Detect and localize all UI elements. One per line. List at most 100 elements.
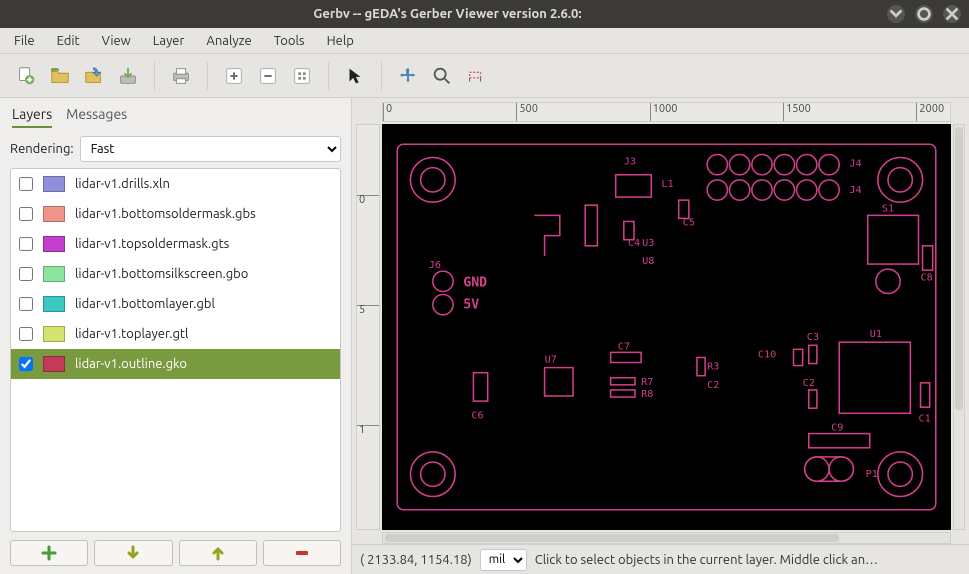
layer-color-swatch[interactable] [43, 206, 65, 222]
svg-text:C3: C3 [807, 332, 819, 343]
svg-text:C10: C10 [758, 349, 776, 360]
zoom-fit-button[interactable] [286, 60, 318, 92]
menu-layer[interactable]: Layer [143, 31, 195, 51]
svg-text:C6: C6 [471, 410, 483, 421]
ruler-vertical: 0 5 1 [356, 124, 380, 530]
layer-list[interactable]: lidar-v1.drills.xln lidar-v1.bottomsolder… [10, 168, 341, 532]
ruler-v-tick: 1 [357, 425, 379, 435]
ruler-v-tick: 5 [357, 305, 379, 315]
svg-text:C2: C2 [803, 378, 815, 389]
ruler-h-tick: 1000 [650, 103, 678, 121]
layer-visibility-checkbox[interactable] [19, 327, 33, 341]
window-controls [887, 5, 961, 23]
layer-color-swatch[interactable] [43, 296, 65, 312]
sidebar: Layers Messages Rendering: Fast lidar-v1… [0, 98, 352, 574]
svg-text:J6: J6 [429, 260, 441, 271]
svg-text:J4: J4 [849, 159, 861, 170]
move-layer-up-button[interactable] [179, 540, 257, 566]
layer-row[interactable]: lidar-v1.bottomlayer.gbl [11, 289, 340, 319]
measure-tool-button[interactable] [460, 60, 492, 92]
menu-edit[interactable]: Edit [47, 31, 90, 51]
layer-buttons [10, 540, 341, 566]
rendering-select[interactable]: Fast [80, 136, 341, 162]
layer-name-label: lidar-v1.drills.xln [75, 177, 170, 191]
layer-row[interactable]: lidar-v1.drills.xln [11, 169, 340, 199]
add-layer-button[interactable] [10, 540, 88, 566]
svg-text:R8: R8 [641, 389, 653, 400]
tab-messages[interactable]: Messages [66, 106, 127, 128]
main-area: Layers Messages Rendering: Fast lidar-v1… [0, 98, 969, 574]
layer-color-swatch[interactable] [43, 326, 65, 342]
layer-row[interactable]: lidar-v1.bottomsoldermask.gbs [11, 199, 340, 229]
svg-text:C1: C1 [918, 413, 930, 424]
zoom-in-button[interactable] [218, 60, 250, 92]
svg-text:C2: C2 [707, 380, 719, 391]
layer-row[interactable]: lidar-v1.toplayer.gtl [11, 319, 340, 349]
svg-text:R3: R3 [707, 362, 719, 373]
layer-color-swatch[interactable] [43, 236, 65, 252]
open-file-button[interactable] [44, 60, 76, 92]
svg-text:P1: P1 [866, 469, 878, 480]
close-icon[interactable] [943, 5, 961, 23]
layer-color-swatch[interactable] [43, 356, 65, 372]
save-button[interactable] [112, 60, 144, 92]
status-hint: Click to select objects in the current l… [535, 553, 961, 567]
rendering-row: Rendering: Fast [10, 136, 341, 162]
layer-name-label: lidar-v1.bottomlayer.gbl [75, 297, 215, 311]
ruler-h-tick: 2000 [916, 103, 944, 121]
layer-visibility-checkbox[interactable] [19, 207, 33, 221]
svg-text:U7: U7 [545, 355, 557, 366]
print-button[interactable] [165, 60, 197, 92]
layer-name-label: lidar-v1.toplayer.gtl [75, 327, 188, 341]
layer-color-swatch[interactable] [43, 176, 65, 192]
layer-row[interactable]: lidar-v1.outline.gko [11, 349, 340, 379]
menu-bar: File Edit View Layer Analyze Tools Help [0, 28, 969, 54]
layer-row[interactable]: lidar-v1.topsoldermask.gts [11, 229, 340, 259]
ruler-h-tick: 0 [383, 103, 392, 121]
minimize-icon[interactable] [887, 5, 905, 23]
status-bar: ( 2133.84, 1154.18) mil Click to select … [352, 544, 969, 574]
menu-analyze[interactable]: Analyze [196, 31, 261, 51]
menu-view[interactable]: View [92, 31, 141, 51]
pointer-tool-button[interactable] [339, 60, 371, 92]
layer-row[interactable]: lidar-v1.bottomsilkscreen.gbo [11, 259, 340, 289]
svg-text:J4: J4 [849, 185, 861, 196]
scrollbar-horizontal[interactable] [382, 532, 951, 544]
svg-text:C7: C7 [618, 341, 630, 352]
status-units-select[interactable]: mil [480, 549, 527, 571]
zoom-tool-button[interactable] [426, 60, 458, 92]
layer-visibility-checkbox[interactable] [19, 177, 33, 191]
menu-file[interactable]: File [4, 31, 45, 51]
remove-layer-button[interactable] [263, 540, 341, 566]
new-file-button[interactable] [10, 60, 42, 92]
layer-visibility-checkbox[interactable] [19, 267, 33, 281]
layer-visibility-checkbox[interactable] [19, 297, 33, 311]
rendering-label: Rendering: [10, 142, 74, 156]
revert-button[interactable] [78, 60, 110, 92]
layer-visibility-checkbox[interactable] [19, 357, 33, 371]
layer-color-swatch[interactable] [43, 266, 65, 282]
menu-tools[interactable]: Tools [264, 31, 315, 51]
svg-text:U3: U3 [642, 238, 654, 249]
ruler-v-tick: 0 [357, 195, 379, 205]
layer-name-label: lidar-v1.outline.gko [75, 357, 187, 371]
toolbar [0, 54, 969, 98]
move-layer-down-button[interactable] [94, 540, 172, 566]
tab-layers[interactable]: Layers [12, 106, 52, 128]
svg-text:L1: L1 [661, 179, 673, 190]
ruler-horizontal: 0500100015002000 [382, 102, 951, 122]
canvas-area: 0500100015002000 051 [352, 98, 969, 574]
pan-tool-button[interactable] [392, 60, 424, 92]
scrollbar-vertical[interactable] [953, 124, 965, 530]
svg-text:R7: R7 [641, 377, 653, 388]
zoom-out-button[interactable] [252, 60, 284, 92]
maximize-icon[interactable] [915, 5, 933, 23]
svg-text:C8: C8 [921, 272, 933, 283]
svg-text:J3: J3 [624, 157, 636, 168]
svg-text:5V: 5V [463, 298, 479, 313]
menu-help[interactable]: Help [317, 31, 364, 51]
svg-text:U8: U8 [642, 256, 654, 267]
pcb-canvas[interactable]: J4 J4 J3 L1 S1 C8 C4 [382, 124, 951, 530]
layer-visibility-checkbox[interactable] [19, 237, 33, 251]
sidebar-tabs: Layers Messages [10, 104, 341, 128]
